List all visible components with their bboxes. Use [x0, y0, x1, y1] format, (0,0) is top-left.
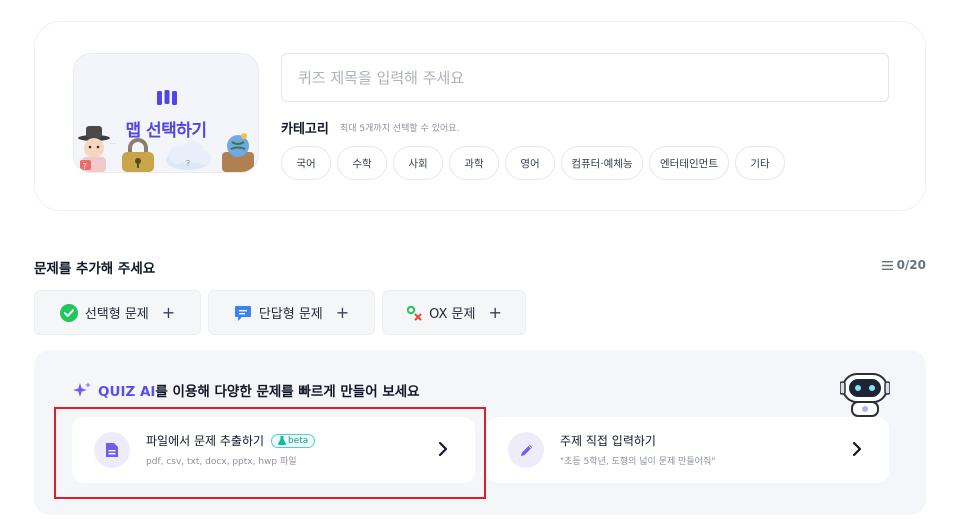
- enter-topic-title: 주제 직접 입력하기: [560, 434, 656, 448]
- extract-from-file-title: 파일에서 문제 추출하기: [146, 434, 265, 448]
- file-icon: [94, 432, 130, 468]
- map-icon: [157, 90, 177, 105]
- quiz-ai-headline: QUIZ AI를 이용해 다양한 문제를 빠르게 만들어 보세요: [72, 380, 420, 400]
- flask-icon: [278, 436, 287, 445]
- sparkle-icon: [73, 382, 91, 397]
- quiz-setup-card: 맵 선택하기 ? … ? 퀴즈 제목을 입력해 주세요 카테고리 최대 5개까지…: [34, 21, 926, 211]
- extract-from-file-option[interactable]: 파일에서 문제 추출하기 beta pdf, csv, txt, docx, p…: [72, 417, 475, 483]
- plus-icon: +: [335, 303, 350, 322]
- beta-badge: beta: [271, 433, 316, 448]
- add-multiple-choice-label: 선택형 문제: [84, 307, 149, 322]
- category-chip[interactable]: 수학: [337, 146, 387, 180]
- chevron-right-icon: [438, 441, 448, 457]
- extract-from-file-title-row: 파일에서 문제 추출하기 beta: [146, 432, 316, 449]
- chat-icon: [234, 305, 251, 321]
- category-chip[interactable]: 사회: [393, 146, 443, 180]
- category-chip[interactable]: 국어: [281, 146, 331, 180]
- quiz-title-input[interactable]: [281, 53, 889, 102]
- enter-topic-subtitle: "초등 5학년, 도형의 넓이 문제 만들어줘": [560, 457, 716, 467]
- svg-text:…: …: [110, 139, 116, 146]
- add-short-answer-button[interactable]: 단답형 문제 +: [208, 290, 375, 335]
- ox-icon: [406, 305, 422, 320]
- svg-text:?: ?: [186, 159, 190, 168]
- question-count: 0/20: [896, 258, 926, 272]
- category-chip[interactable]: 엔터테인먼트: [649, 146, 729, 180]
- plus-icon: +: [161, 303, 176, 322]
- category-hint: 최대 5개까지 선택할 수 있어요.: [340, 124, 460, 134]
- question-counter: 0/20: [881, 258, 926, 272]
- category-chip[interactable]: 영어: [505, 146, 555, 180]
- category-chip[interactable]: 과학: [449, 146, 499, 180]
- enter-topic-title-row: 주제 직접 입력하기: [560, 432, 656, 449]
- category-chip[interactable]: 컴퓨터·예체능: [561, 146, 643, 180]
- category-chip[interactable]: 기타: [735, 146, 785, 180]
- add-short-answer-label: 단답형 문제: [258, 307, 323, 322]
- add-ox-label: OX 문제: [429, 307, 476, 322]
- category-label: 카테고리: [281, 122, 329, 137]
- pencil-icon: [508, 432, 544, 468]
- check-circle-icon: [59, 303, 78, 322]
- quiz-ai-panel: QUIZ AI를 이용해 다양한 문제를 빠르게 만들어 보세요 파일에서 문제…: [34, 350, 926, 515]
- robot-mascot-icon: [840, 373, 890, 417]
- map-characters-illustration: ? … ?: [78, 126, 254, 172]
- map-select-button[interactable]: 맵 선택하기 ? … ?: [73, 53, 259, 173]
- plus-icon: +: [488, 303, 502, 322]
- svg-text:?: ?: [83, 162, 87, 171]
- category-chip-list: 국어 수학 사회 과학 영어 컴퓨터·예체능 엔터테인먼트 기타: [281, 146, 785, 180]
- quiz-ai-brand: QUIZ AI: [98, 384, 156, 400]
- add-ox-button[interactable]: OX 문제 +: [382, 290, 526, 335]
- questions-section-title: 문제를 추가해 주세요: [34, 261, 156, 277]
- add-multiple-choice-button[interactable]: 선택형 문제 +: [34, 290, 201, 335]
- list-icon: [881, 260, 893, 270]
- extract-from-file-subtitle: pdf, csv, txt, docx, pptx, hwp 파일: [146, 457, 297, 467]
- chevron-right-icon: [852, 441, 862, 457]
- quiz-ai-headline-text: 를 이용해 다양한 문제를 빠르게 만들어 보세요: [155, 384, 420, 400]
- enter-topic-option[interactable]: 주제 직접 입력하기 "초등 5학년, 도형의 넓이 문제 만들어줘": [486, 417, 889, 483]
